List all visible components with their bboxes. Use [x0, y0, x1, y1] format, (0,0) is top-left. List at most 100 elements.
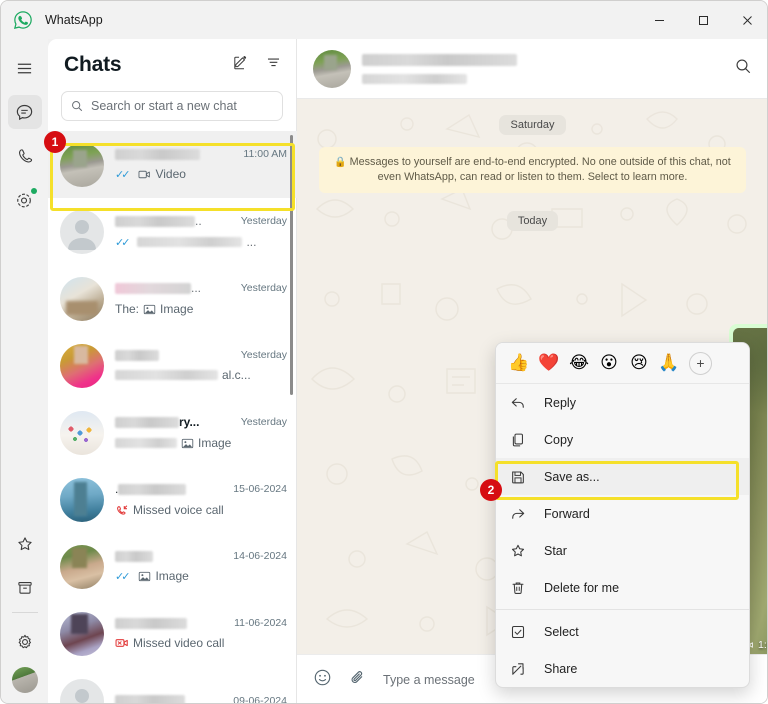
chat-timestamp: Yesterday	[240, 282, 287, 294]
save-floppy-icon	[510, 469, 532, 485]
sidebar-item-archived[interactable]	[8, 571, 42, 605]
chat-preview-text: Image	[160, 302, 194, 316]
menu-item-label: Save as...	[544, 469, 600, 484]
avatar	[60, 544, 104, 589]
menu-item-label: Share	[544, 661, 578, 676]
paperclip-icon[interactable]	[348, 668, 367, 692]
conversation-header	[297, 39, 767, 99]
search-input[interactable]: Search or start a new chat	[61, 91, 283, 121]
chat-list-header: Chats	[48, 39, 296, 91]
menu-item-save-as[interactable]: Save as...	[496, 458, 749, 495]
chat-list-item-6[interactable]: . 15-06-2024 Missed voice call	[48, 466, 297, 533]
filter-icon[interactable]	[265, 54, 282, 76]
chat-row-top: 11-06-2024	[115, 617, 287, 629]
menu-item-label: Select	[544, 624, 579, 639]
reaction-thumbs-up[interactable]: 👍	[504, 353, 534, 373]
contact-name-tail: ry...	[179, 415, 200, 429]
chat-row-preview: ✓✓ ...	[115, 235, 287, 249]
menu-item-star[interactable]: Star	[496, 532, 749, 569]
chat-row-top: .. Yesterday	[115, 214, 287, 228]
menu-item-reply[interactable]: Reply	[496, 384, 749, 421]
reaction-open-mouth[interactable]: 😮	[594, 353, 624, 373]
reaction-cry[interactable]: 😢	[624, 353, 654, 373]
chat-list-item-4[interactable]: Yesterday al.c...	[48, 332, 297, 399]
chat-timestamp: 11-06-2024	[234, 617, 287, 629]
chat-row-preview: Missed video call	[115, 636, 287, 650]
new-chat-pencil-icon[interactable]	[232, 54, 249, 76]
message-context-menu[interactable]: 👍 ❤️ 😂 😮 😢 🙏 + Reply Copy Save as... For…	[495, 342, 750, 688]
chat-row-top: ry... Yesterday	[115, 415, 287, 429]
chat-preview-text: al.c...	[222, 368, 251, 382]
menu-item-select[interactable]: Select	[496, 613, 749, 650]
menu-item-label: Copy	[544, 432, 574, 447]
menu-item-forward[interactable]: Forward	[496, 495, 749, 532]
avatar	[60, 611, 104, 656]
chat-list[interactable]: 11:00 AM ✓✓ Video .. Yesterday ✓✓ ... ..…	[48, 131, 297, 703]
minimize-button[interactable]	[637, 1, 681, 39]
chat-row-top: . 15-06-2024	[115, 482, 287, 496]
sidebar-item-starred[interactable]	[8, 527, 42, 561]
contact-name-redacted	[118, 483, 187, 495]
chat-list-item-7[interactable]: 14-06-2024 ✓✓ Image	[48, 533, 297, 600]
close-button[interactable]	[725, 1, 767, 39]
reaction-pray[interactable]: 🙏	[654, 353, 684, 373]
contact-name-redacted	[115, 349, 159, 361]
sidebar-item-calls[interactable]	[8, 139, 42, 173]
chat-list-scrollbar[interactable]	[290, 135, 293, 695]
status-unread-dot	[30, 188, 37, 194]
video-camera-icon	[138, 170, 151, 178]
chat-row-top: Yesterday	[115, 349, 287, 361]
step-badge-1: 1	[44, 131, 66, 153]
quick-reactions-row: 👍 ❤️ 😂 😮 😢 🙏 +	[496, 343, 749, 384]
chat-list-item-9[interactable]: 09-06-2024	[48, 667, 297, 703]
contact-name-redacted	[115, 416, 179, 428]
chat-row-preview: al.c...	[115, 368, 287, 382]
sidebar-item-status[interactable]	[8, 183, 42, 217]
chat-list-item-3[interactable]: ... Yesterday The: Image	[48, 265, 297, 332]
avatar[interactable]	[313, 49, 351, 88]
image-icon	[143, 304, 156, 314]
chat-timestamp: 14-06-2024	[233, 550, 287, 562]
chat-row-body: . 15-06-2024 Missed voice call	[115, 482, 287, 517]
chat-list-item-2[interactable]: .. Yesterday ✓✓ ...	[48, 198, 297, 265]
menu-item-delete-for-me[interactable]: Delete for me	[496, 569, 749, 606]
add-reaction-button[interactable]: +	[689, 351, 712, 375]
chat-list-item-5[interactable]: ry... Yesterday Image	[48, 399, 297, 466]
encryption-notice[interactable]: 🔒 Messages to yourself are end-to-end enc…	[319, 147, 746, 193]
search-icon[interactable]	[735, 58, 752, 80]
profile-avatar[interactable]	[11, 667, 38, 693]
chat-row-body: 11-06-2024 Missed video call	[115, 617, 287, 650]
chat-list-item-1[interactable]: 11:00 AM ✓✓ Video	[48, 131, 297, 198]
avatar	[60, 142, 104, 187]
conversation-contact-name-redacted	[362, 53, 517, 66]
scrollbar-thumb[interactable]	[290, 135, 293, 395]
window-controls	[637, 1, 767, 39]
reaction-joy[interactable]: 😂	[564, 353, 594, 373]
hamburger-menu-icon[interactable]	[8, 51, 42, 85]
sidebar-item-settings[interactable]	[8, 625, 42, 659]
chat-row-top: 11:00 AM	[115, 148, 287, 160]
menu-item-copy[interactable]: Copy	[496, 421, 749, 458]
contact-name-redacted	[115, 215, 195, 227]
emoji-smiley-icon[interactable]	[313, 668, 332, 692]
menu-item-label: Reply	[544, 395, 576, 410]
menu-item-share[interactable]: Share	[496, 650, 749, 687]
chat-row-preview: Image	[115, 436, 287, 450]
maximize-button[interactable]	[681, 1, 725, 39]
avatar	[60, 477, 104, 522]
avatar	[60, 343, 104, 388]
chat-list-item-8[interactable]: 11-06-2024 Missed video call	[48, 600, 297, 667]
menu-separator	[496, 609, 749, 610]
chat-row-body: .. Yesterday ✓✓ ...	[115, 214, 287, 249]
reaction-heart[interactable]: ❤️	[534, 353, 564, 373]
chat-preview-text: Missed video call	[133, 636, 225, 650]
copy-icon	[510, 432, 532, 448]
sidebar-item-chats[interactable]	[7, 95, 42, 129]
search-placeholder: Search or start a new chat	[91, 99, 237, 113]
chat-preview-redacted	[115, 438, 177, 448]
day-divider-label: Saturday	[499, 115, 566, 135]
trash-icon	[510, 580, 532, 596]
contact-name-redacted	[115, 617, 187, 629]
encryption-notice-text: Messages to yourself are end-to-end encr…	[349, 156, 731, 183]
app-title: WhatsApp	[45, 13, 103, 27]
